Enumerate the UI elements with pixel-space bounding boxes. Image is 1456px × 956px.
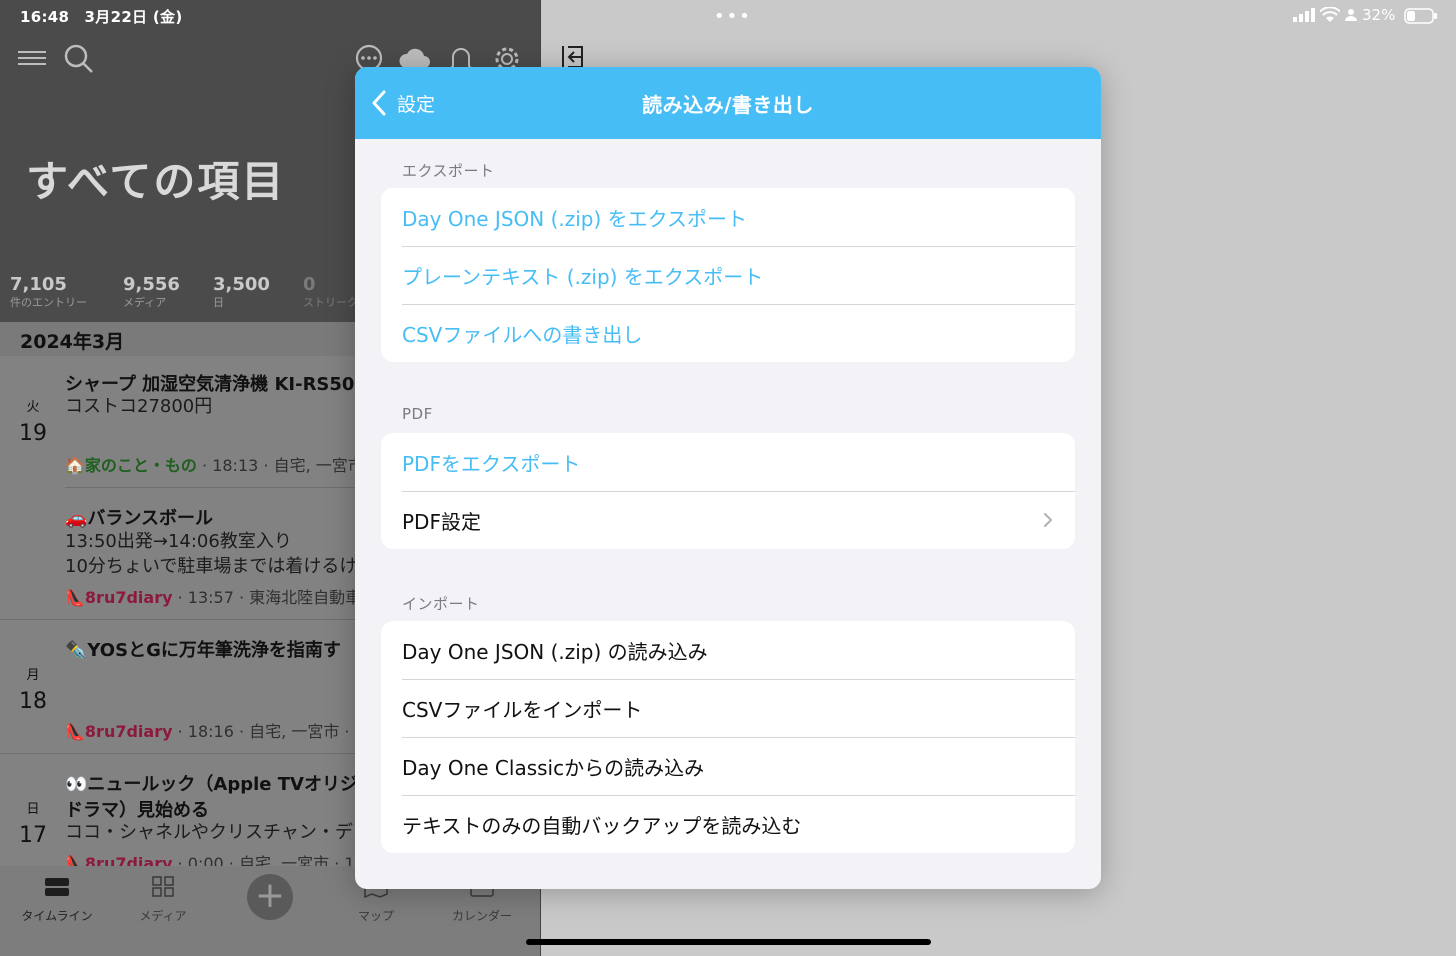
entry-title: 🚗バランスボール [65, 508, 214, 529]
multitask-dots-icon[interactable]: ••• [714, 6, 752, 27]
person-icon [1345, 9, 1357, 21]
export-group: Day One JSON (.zip) をエクスポート プレーンテキスト (.z… [381, 188, 1075, 362]
grid-icon [152, 876, 174, 897]
export-csv-button[interactable]: CSVファイルへの書き出し [381, 304, 1075, 362]
pdf-settings-label: PDF設定 [402, 509, 481, 534]
add-entry-button[interactable]: + [247, 874, 293, 920]
search-icon[interactable] [62, 42, 96, 76]
entry-day: 火 19 [19, 400, 47, 446]
import-dayone-classic-row[interactable]: Day One Classicからの読み込み [381, 737, 1075, 795]
entry-day: 日 17 [19, 802, 47, 848]
journal-tag: 👠8ru7diary [65, 722, 173, 741]
export-dayone-json-button[interactable]: Day One JSON (.zip) をエクスポート [381, 188, 1075, 246]
entry-title: ✒️YOSとGに万年筆洗浄を指南す [65, 640, 341, 661]
entry-body: ココ・シャネルやクリスチャン・デ [65, 822, 353, 843]
export-pdf-button[interactable]: PDFをエクスポート [381, 433, 1075, 491]
entry-meta: 🏠家のこと・もの · 18:13 · 自宅, 一宮市 [65, 456, 364, 475]
journal-tag: 👠8ru7diary [65, 588, 173, 607]
stat-days: 3,500 日 [213, 274, 270, 309]
entry-title-continued: ドラマ）見始める [65, 800, 209, 821]
home-indicator[interactable] [526, 939, 931, 945]
section-header-import: インポート [402, 595, 480, 613]
pdf-group: PDFをエクスポート PDF設定 [381, 433, 1075, 549]
entry-body: コストコ27800円 [65, 396, 213, 417]
journal-title: すべての項目 [26, 157, 286, 206]
wifi-icon [1320, 7, 1340, 22]
entry-body: 13:50出発→14:06教室入り [65, 531, 292, 552]
status-time: 16:48 3月22日 (金) [20, 8, 183, 26]
section-header-export: エクスポート [402, 162, 495, 180]
entry-day: 月 18 [19, 668, 47, 714]
sheet-title: 読み込み/書き出し [642, 93, 814, 117]
import-text-backup-row[interactable]: テキストのみの自動バックアップを読み込む [381, 795, 1075, 853]
tab-media[interactable]: メディア [120, 876, 206, 924]
menu-icon[interactable] [16, 42, 50, 76]
entry-meta: 👠8ru7diary · 18:16 · 自宅, 一宮市 · 7°C [65, 722, 384, 741]
section-header-pdf: PDF [402, 405, 433, 423]
import-csv-row[interactable]: CSVファイルをインポート [381, 679, 1075, 737]
entry-title: シャープ 加湿空気清浄機 KI-RS50 [65, 374, 355, 395]
import-export-sheet: 設定 読み込み/書き出し エクスポート Day One JSON (.zip) … [355, 67, 1101, 889]
timeline-icon [45, 878, 69, 896]
tab-timeline[interactable]: タイムライン [14, 876, 100, 924]
battery-percentage: 32% [1362, 6, 1396, 24]
journal-tag: 🏠家のこと・もの [65, 456, 197, 475]
import-group: Day One JSON (.zip) の読み込み CSVファイルをインポート … [381, 621, 1075, 853]
entry-title: 👀ニュールック（Apple TVオリジ [65, 774, 358, 795]
stat-entries: 7,105 件のエントリー [10, 274, 87, 309]
sheet-navbar: 設定 読み込み/書き出し [355, 67, 1101, 139]
import-dayone-json-row[interactable]: Day One JSON (.zip) の読み込み [381, 621, 1075, 679]
entry-meta: 👠8ru7diary · 13:57 · 東海北陸自動車道 [65, 588, 378, 607]
stat-media: 9,556 メディア [123, 274, 180, 309]
entry-body: 10分ちょいで駐車場までは着けるけ [65, 556, 358, 577]
stat-streak: 0 ストリーク [303, 274, 358, 309]
battery-icon [1404, 8, 1437, 24]
chevron-right-icon [1044, 513, 1052, 527]
pdf-settings-row[interactable]: PDF設定 [381, 491, 1075, 549]
export-plaintext-button[interactable]: プレーンテキスト (.zip) をエクスポート [381, 246, 1075, 304]
cellular-signal-icon [1293, 8, 1315, 22]
